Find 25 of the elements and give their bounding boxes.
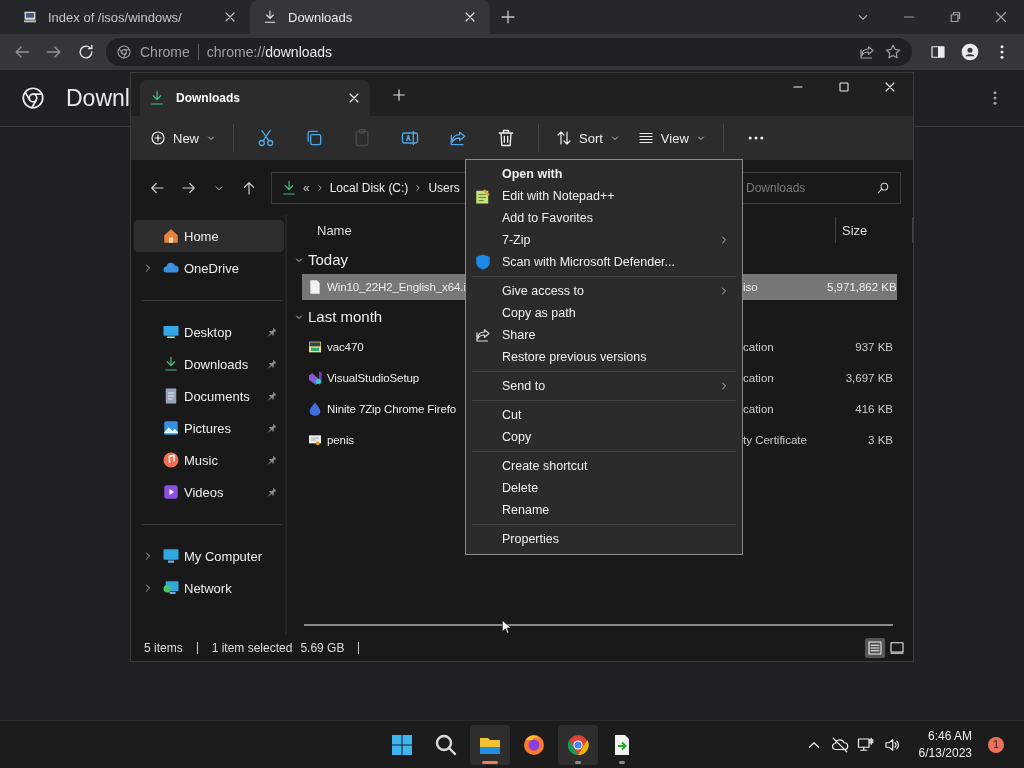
file-size: 937 KB bbox=[854, 340, 894, 353]
file-size: 3,697 KB bbox=[844, 371, 894, 384]
group-header: Today bbox=[308, 251, 349, 268]
item-count: 5 items bbox=[144, 641, 183, 655]
file-name: VisualStudioSetup bbox=[327, 371, 420, 384]
site-label: Chrome bbox=[140, 44, 190, 60]
selection-size: 5.69 GB bbox=[300, 641, 345, 655]
file-size: 5,971,862 KB bbox=[827, 281, 897, 293]
file-size: 416 KB bbox=[854, 402, 894, 415]
url-text: chrome://downloads bbox=[206, 44, 334, 60]
file-type: iso bbox=[743, 281, 759, 293]
file-size: 3 KB bbox=[867, 433, 894, 446]
file-name: Ninite 7Zip Chrome Firefo bbox=[327, 402, 457, 415]
file-type: cation bbox=[743, 340, 775, 353]
page-title: Downl bbox=[66, 84, 130, 112]
file-name: vac470 bbox=[327, 340, 364, 353]
tab-title: Index of /isos/windows/ bbox=[48, 9, 183, 25]
file-name: Win10_22H2_English_x64.i bbox=[327, 281, 466, 293]
file-name: penis bbox=[327, 433, 354, 446]
file-type: cation bbox=[743, 371, 775, 384]
group-header: Last month bbox=[308, 308, 383, 325]
file-type: ty Certificate bbox=[743, 433, 808, 446]
tab-title: Downloads bbox=[288, 9, 354, 25]
file-type: cation bbox=[743, 402, 775, 415]
selection-info: 1 item selected bbox=[211, 641, 293, 655]
